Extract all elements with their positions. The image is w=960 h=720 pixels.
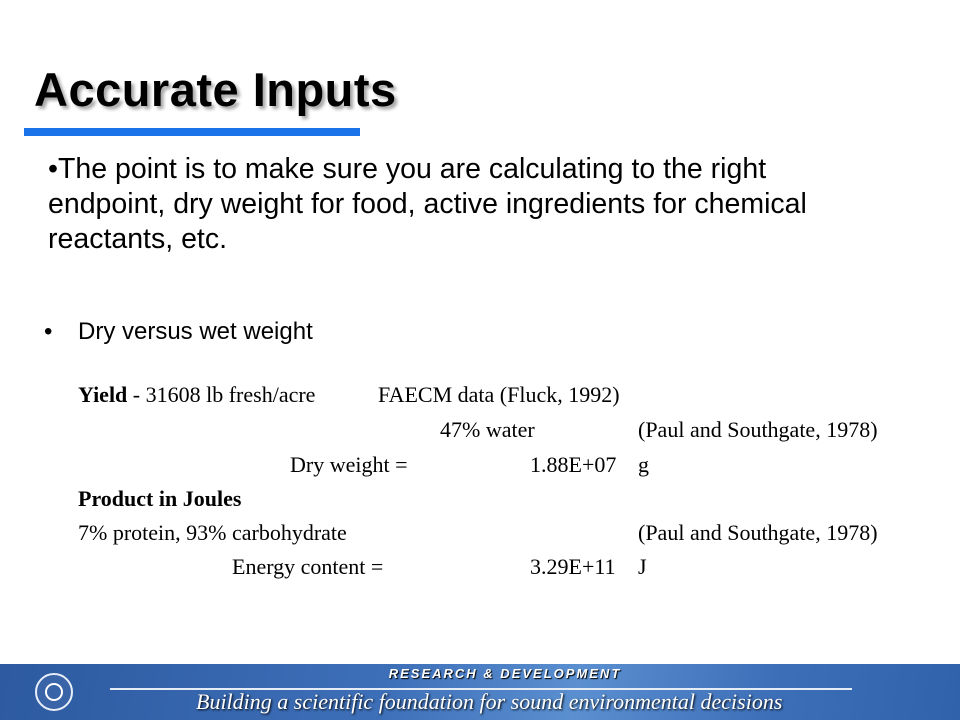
water-value: 47% water xyxy=(440,417,535,442)
slide-title: Accurate Inputs xyxy=(34,63,397,116)
product-heading: Product in Joules xyxy=(78,486,242,511)
yield-source: FAECM data (Fluck, 1992) xyxy=(378,382,620,407)
energy-value: 3.29E+11 xyxy=(530,554,616,579)
footer-tagline: Building a scientific foundation for sou… xyxy=(196,689,783,714)
water-source: (Paul and Southgate, 1978) xyxy=(638,417,878,442)
energy-label: Energy content = xyxy=(232,554,384,579)
yield-row: Yield - 31608 lb fresh/acre xyxy=(78,382,315,408)
footer-heading: RESEARCH & DEVELOPMENT xyxy=(388,666,622,681)
dry-weight-unit: g xyxy=(638,452,649,477)
dry-weight-label: Dry weight = xyxy=(290,452,408,477)
sub-bullet: • Dry versus wet weight xyxy=(44,318,313,346)
composition: 7% protein, 93% carbohydrate xyxy=(78,520,347,545)
composition-source: (Paul and Southgate, 1978) xyxy=(638,520,878,545)
seal-inner-ring xyxy=(45,683,63,701)
sub-bullet-text: Dry versus wet weight xyxy=(78,318,313,345)
title-underline xyxy=(24,128,360,136)
bullet-marker: • xyxy=(44,318,53,345)
yield-label: Yield xyxy=(78,382,128,407)
energy-unit: J xyxy=(638,554,647,579)
dry-weight-value: 1.88E+07 xyxy=(530,452,617,477)
yield-value: - 31608 lb fresh/acre xyxy=(127,382,316,407)
main-bullet-text: •The point is to make sure you are calcu… xyxy=(48,153,807,255)
